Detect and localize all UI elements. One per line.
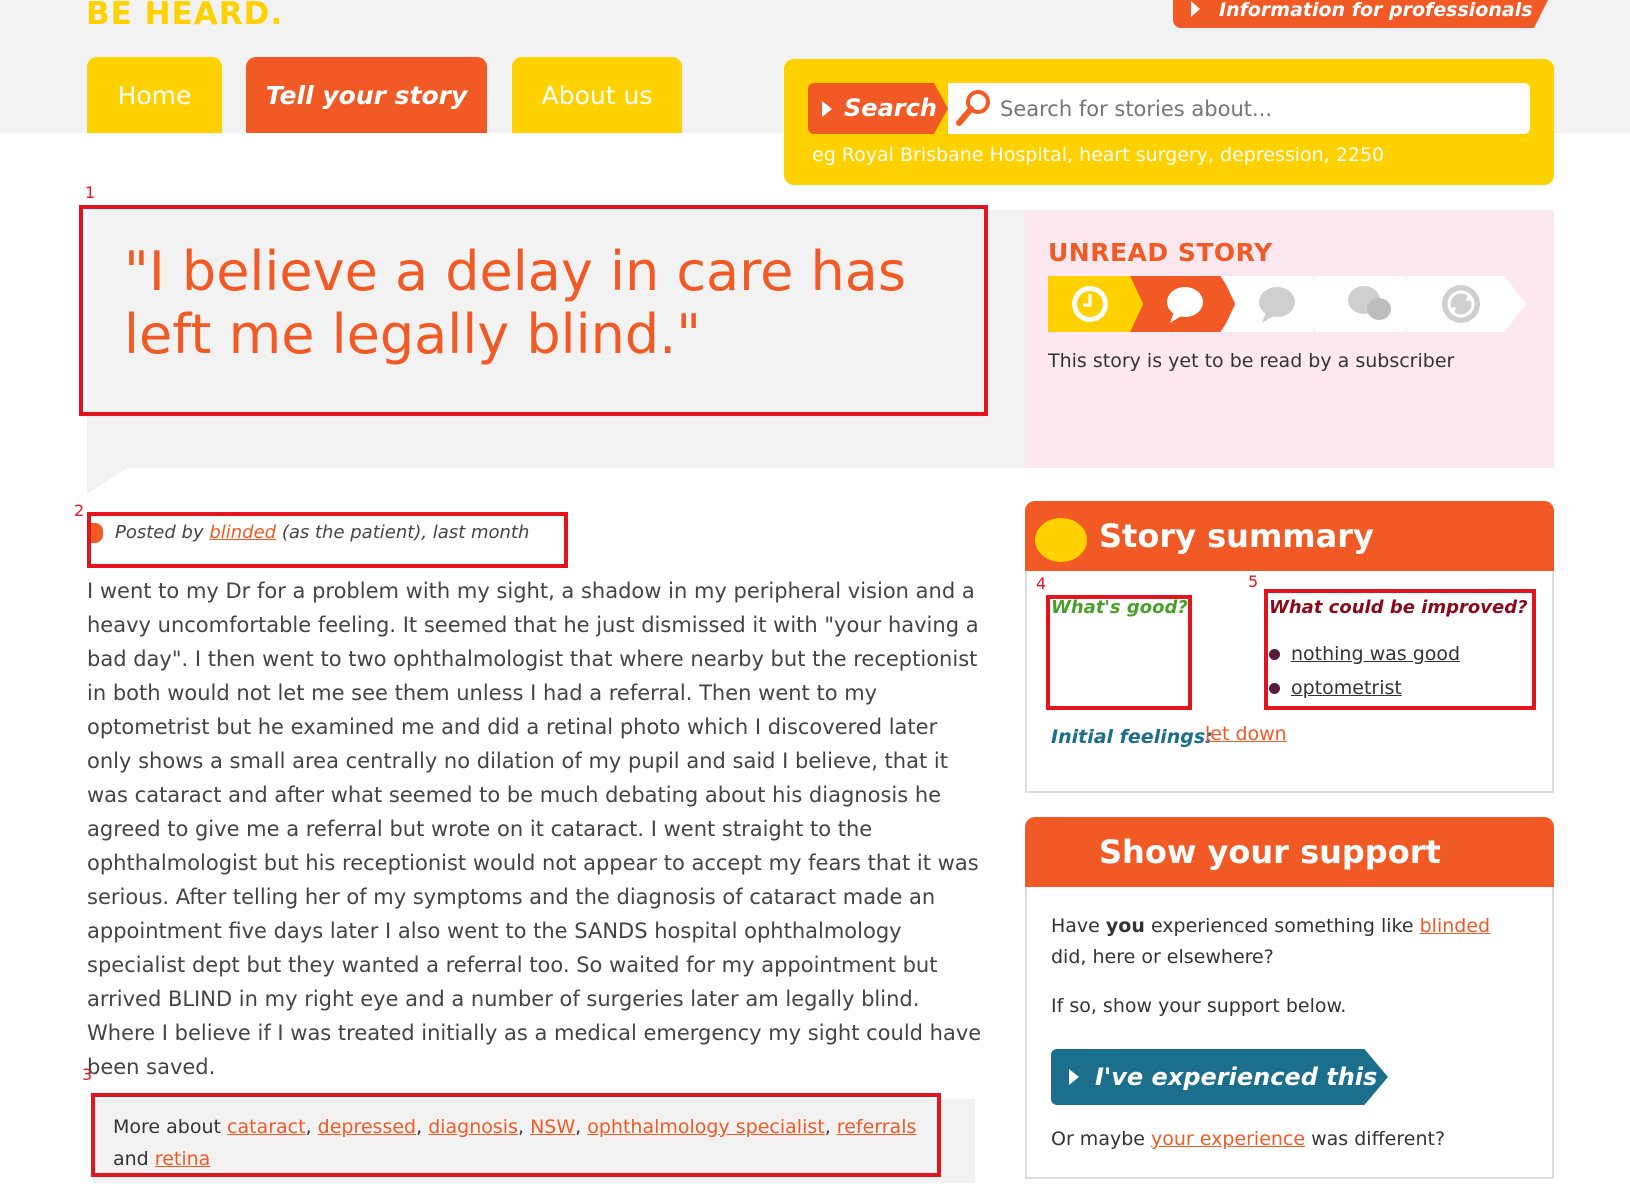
two-bubbles-icon (1348, 286, 1391, 320)
step-clock (1048, 276, 1148, 332)
search-input[interactable] (948, 83, 1530, 134)
annotation-box-5 (1264, 589, 1536, 710)
unread-story-panel: UNREAD STORY This story is yet to be rea… (1025, 210, 1554, 468)
story-summary-title: Story summary (1099, 517, 1374, 555)
support-header: Show your support (1025, 817, 1554, 887)
support-alternative: Or maybe your experience was different? (1051, 1124, 1531, 1155)
step-refresh (1406, 276, 1526, 332)
your-experience-link[interactable]: your experience (1151, 1128, 1305, 1150)
speech-bubble-icon (1035, 518, 1087, 562)
professionals-link[interactable]: Information for professionals (1173, 0, 1549, 28)
unread-title: UNREAD STORY (1048, 238, 1273, 267)
annotation-number-1: 1 (85, 183, 96, 202)
play-icon (1191, 1, 1200, 17)
play-icon (822, 101, 832, 117)
support-text: Or maybe (1051, 1128, 1145, 1150)
nav-about-us[interactable]: About us (512, 57, 682, 133)
support-prompt: If so, show your support below. (1051, 995, 1347, 1017)
professionals-link-label: Information for professionals (1219, 0, 1533, 21)
search-panel: Search eg Royal Brisbane Hospital, heart… (784, 59, 1554, 185)
search-button[interactable]: Search (808, 83, 948, 134)
support-panel: Show your support Have you experienced s… (1025, 817, 1554, 1179)
annotation-box-1 (79, 205, 988, 416)
story-summary-header: Story summary (1025, 501, 1554, 571)
speech-bubble-grey-icon (1259, 287, 1295, 323)
experienced-this-button[interactable]: I've experienced this (1051, 1049, 1388, 1105)
annotation-number-4: 4 (1036, 574, 1047, 593)
speech-bubble-icon (1167, 287, 1203, 323)
annotation-box-2 (87, 512, 568, 568)
step-grey-bubble (1222, 276, 1332, 332)
support-you: you (1105, 915, 1145, 937)
search-button-label: Search (844, 94, 937, 122)
nav-tell-your-story[interactable]: Tell your story (246, 57, 487, 133)
magnifier-icon (956, 90, 990, 126)
logo[interactable]: BE HEARD. (86, 0, 283, 32)
story-body: I went to my Dr for a problem with my si… (87, 579, 982, 1079)
author-link[interactable]: blinded (1420, 915, 1490, 937)
refresh-icon (1442, 285, 1480, 323)
experienced-this-label: I've experienced this (1095, 1063, 1378, 1091)
annotation-number-2: 2 (74, 501, 85, 520)
support-text: did, here or elsewhere? (1051, 946, 1274, 968)
step-two-bubbles (1314, 276, 1424, 332)
step-bubble (1130, 276, 1240, 332)
annotation-box-3 (91, 1093, 941, 1177)
annotation-number-5: 5 (1248, 572, 1259, 591)
support-title: Show your support (1099, 833, 1441, 871)
clock-icon (1072, 286, 1108, 322)
support-question: Have you experienced something like blin… (1051, 911, 1531, 973)
quote-tail (87, 468, 127, 494)
support-text: experienced something like (1150, 915, 1414, 937)
feelings-label: Initial feelings: (1051, 726, 1213, 748)
support-text: was different? (1311, 1128, 1446, 1150)
annotation-number-3: 3 (82, 1065, 93, 1084)
play-icon (1069, 1069, 1079, 1085)
support-text: Have (1051, 915, 1100, 937)
unread-description: This story is yet to be read by a subscr… (1048, 350, 1455, 372)
progress-steps (1048, 276, 1526, 332)
nav-home[interactable]: Home (87, 57, 222, 133)
search-hint: eg Royal Brisbane Hospital, heart surger… (812, 144, 1385, 166)
feelings-value[interactable]: let down (1205, 723, 1287, 745)
annotation-box-4 (1046, 595, 1192, 710)
